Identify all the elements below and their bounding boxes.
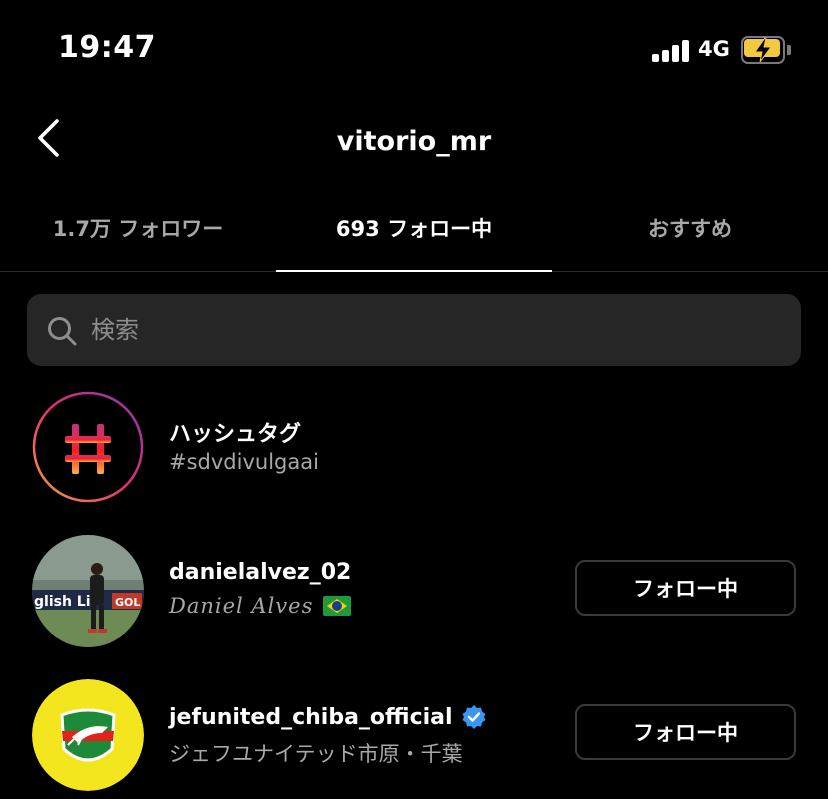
brazil-flag-icon — [323, 596, 352, 616]
search-icon — [48, 317, 77, 346]
following-button[interactable]: フォロー中 — [575, 704, 796, 760]
network-label: 4G — [698, 37, 730, 61]
status-time: 19:47 — [58, 30, 156, 65]
hashtag-icon — [32, 391, 144, 503]
list-item[interactable]: ハッシュタグ #sdvdivulgaai — [0, 386, 828, 510]
page-title: vitorio_mr — [336, 126, 492, 157]
verified-badge-icon — [462, 705, 486, 729]
list-item[interactable]: jefunited_chiba_official ジェフユナイテッド市原・千葉 … — [0, 674, 828, 798]
list-item[interactable]: glish Li GOL danielalvez_02 Daniel Alves… — [0, 530, 828, 654]
row-name: ハッシュタグ — [169, 422, 302, 447]
svg-text:GOL: GOL — [115, 596, 140, 609]
avatar: glish Li GOL — [32, 535, 144, 647]
search-bar[interactable] — [27, 294, 801, 366]
battery-icon — [741, 36, 791, 64]
signal-icon — [652, 38, 692, 62]
avatar — [32, 679, 144, 791]
svg-text:glish Li: glish Li — [34, 594, 91, 610]
tab-followers[interactable]: 1.7万 フォロワー — [0, 190, 276, 272]
status-bar: 19:47 4G — [0, 0, 828, 100]
active-tab-indicator — [276, 270, 552, 272]
row-name: danielalvez_02 — [169, 560, 352, 585]
row-subtitle: ジェフユナイテッド市原・千葉 — [169, 742, 463, 766]
search-input[interactable] — [91, 294, 781, 366]
tab-following[interactable]: 693 フォロー中 — [276, 190, 552, 272]
profile-header: vitorio_mr — [0, 100, 828, 186]
row-subtitle: #sdvdivulgaai — [169, 450, 319, 474]
avatar — [32, 391, 144, 503]
following-button[interactable]: フォロー中 — [575, 560, 796, 616]
tab-suggested[interactable]: おすすめ — [552, 190, 828, 272]
follow-tabs: 1.7万 フォロワー 693 フォロー中 おすすめ — [0, 190, 828, 272]
row-name: jefunited_chiba_official — [169, 704, 453, 730]
row-subtitle: Daniel Alves — [169, 594, 314, 618]
